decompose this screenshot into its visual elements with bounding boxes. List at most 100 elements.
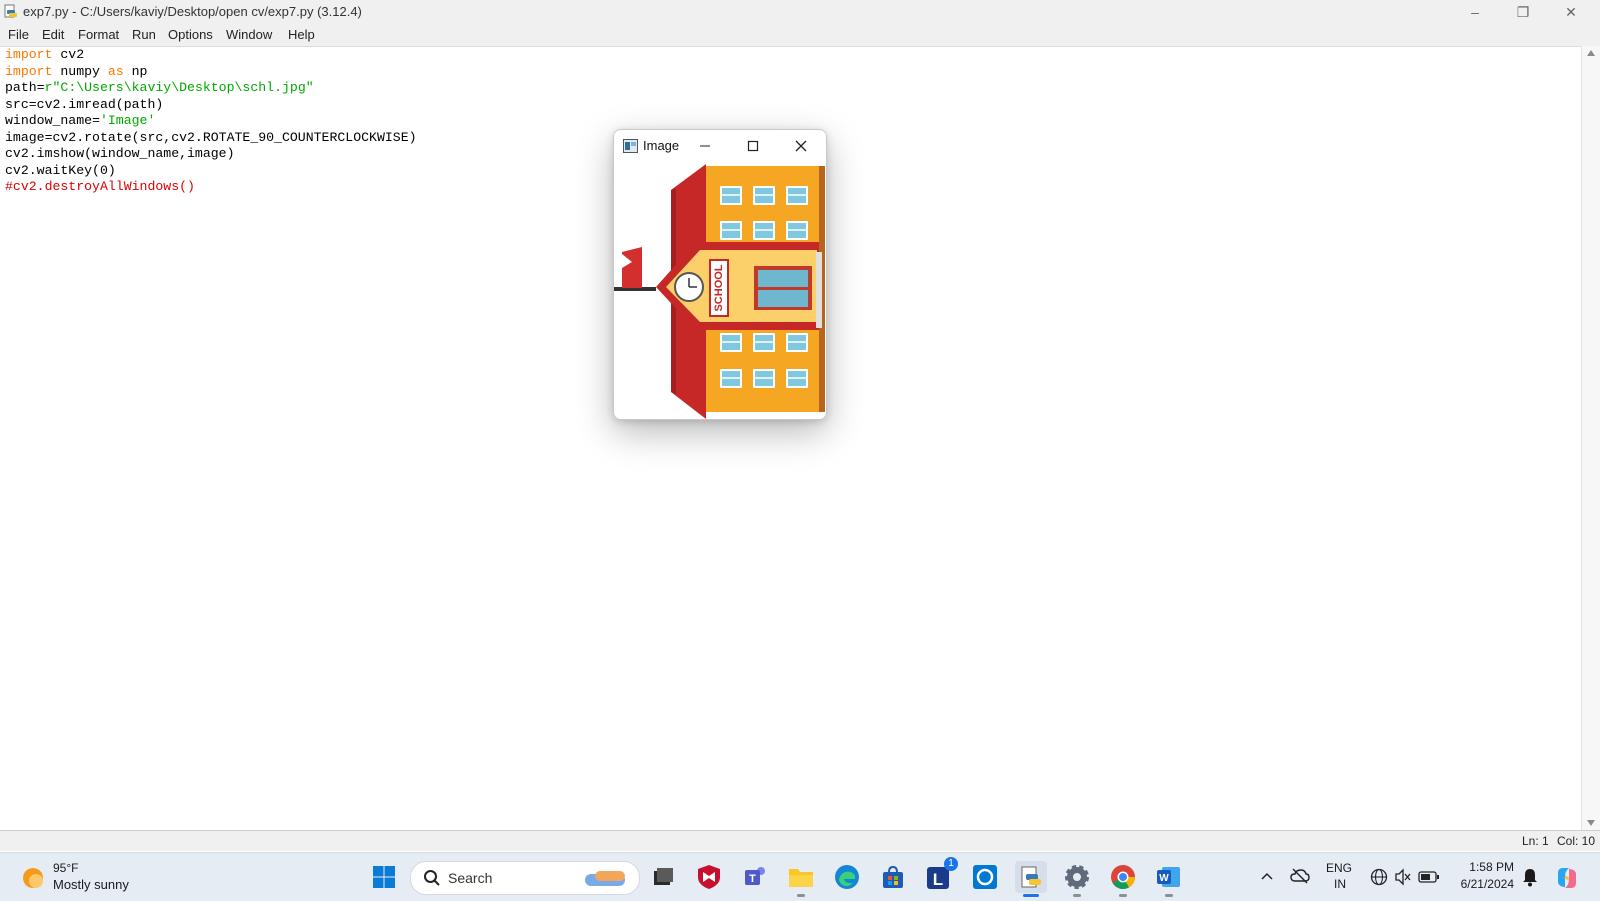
weather-widget[interactable]: 95°F Mostly sunny	[0, 853, 160, 901]
status-bar: Ln: 1 Col: 10	[0, 830, 1600, 851]
taskbar-task-view[interactable]	[647, 861, 679, 893]
taskbar-settings[interactable]	[1061, 861, 1093, 897]
start-button[interactable]	[368, 861, 400, 893]
minimize-button[interactable]: –	[1452, 0, 1498, 24]
image-window-title: Image	[643, 138, 680, 153]
taskbar: 95°F Mostly sunny Search T L 1 W ENG IN …	[0, 852, 1600, 901]
menu-window[interactable]: Window	[226, 27, 272, 42]
taskbar-python-idle[interactable]	[1015, 861, 1047, 897]
menu-file[interactable]: File	[8, 27, 29, 42]
code-text: image=cv2.rotate(src,cv2.ROTATE_90_COUNT…	[5, 129, 417, 145]
edge-icon	[835, 865, 859, 889]
code-line[interactable]: image=cv2.rotate(src,cv2.ROTATE_90_COUNT…	[5, 130, 417, 146]
python-idle-icon	[4, 4, 17, 18]
menu-edit[interactable]: Edit	[42, 27, 64, 42]
image-window[interactable]: Image SCHOOL	[613, 129, 827, 420]
active-indicator	[1023, 894, 1039, 897]
vertical-scrollbar[interactable]	[1581, 46, 1600, 830]
notification-bell-icon[interactable]	[1522, 867, 1538, 887]
keyword: import	[5, 63, 53, 79]
volume-muted-icon[interactable]	[1394, 868, 1412, 886]
window-titlebar: exp7.py - C:/Users/kaviy/Desktop/open cv…	[0, 0, 1600, 24]
language-region[interactable]: IN	[1334, 877, 1346, 891]
code-line[interactable]: cv2.waitKey(0)	[5, 163, 116, 179]
svg-text:L: L	[933, 870, 943, 889]
notification-badge: 1	[944, 857, 958, 871]
close-button[interactable]: ✕	[1548, 0, 1594, 24]
taskbar-l-app[interactable]: L 1	[923, 857, 958, 893]
maximize-icon	[747, 140, 759, 152]
taskbar-chrome[interactable]	[1107, 861, 1139, 897]
svg-text:W: W	[1159, 873, 1169, 884]
language-code[interactable]: ENG	[1326, 861, 1352, 875]
keyword: as	[107, 63, 124, 79]
code-line[interactable]: import cv2	[5, 47, 84, 63]
network-globe-icon[interactable]	[1370, 868, 1388, 886]
code-text: cv2.waitKey(0)	[5, 162, 116, 178]
code-line[interactable]: cv2.imshow(window_name,image)	[5, 146, 235, 162]
folder-icon	[789, 869, 813, 887]
image-maximize-button[interactable]	[738, 134, 768, 158]
running-indicator	[1073, 894, 1081, 897]
code-line[interactable]: path=r"C:\Users\kaviy\Desktop\schl.jpg"	[5, 80, 314, 96]
line-indicator: Ln: 1	[1522, 834, 1549, 848]
taskbar-edge[interactable]	[831, 861, 863, 893]
battery-icon[interactable]	[1418, 870, 1440, 884]
code-line[interactable]: window_name='Image'	[5, 113, 155, 129]
chevron-up-icon[interactable]	[1261, 872, 1273, 880]
comment: #cv2.destroyAllWindows()	[5, 179, 195, 194]
menu-run[interactable]: Run	[132, 27, 156, 42]
search-highlight-icon	[585, 871, 625, 886]
code-text: src=cv2.imread(path)	[5, 96, 164, 112]
code-text: cv2	[52, 47, 85, 62]
image-close-button[interactable]	[786, 134, 816, 158]
weather-sun-icon	[23, 868, 43, 888]
menu-options[interactable]: Options	[168, 27, 213, 42]
copilot-icon[interactable]	[1554, 865, 1580, 891]
cloud-off-icon[interactable]	[1290, 868, 1310, 884]
code-line[interactable]: #cv2.destroyAllWindows()	[5, 179, 195, 195]
code-line[interactable]: src=cv2.imread(path)	[5, 97, 163, 113]
menu-help[interactable]: Help	[288, 27, 315, 42]
taskbar-app-blue[interactable]	[969, 861, 1001, 893]
running-indicator	[797, 894, 805, 897]
python-idle-icon	[1021, 866, 1041, 888]
search-placeholder: Search	[448, 870, 493, 886]
scroll-down-icon[interactable]	[1587, 820, 1595, 826]
close-icon	[795, 140, 807, 152]
teams-icon: T	[745, 867, 765, 885]
chrome-icon	[1111, 865, 1135, 890]
taskbar-word[interactable]: W	[1153, 861, 1185, 897]
gear-icon	[1065, 865, 1089, 889]
menu-bar: File Edit Format Run Options Window Help	[0, 24, 1600, 47]
weather-description: Mostly sunny	[53, 877, 129, 892]
code-text: cv2.imshow(window_name,image)	[5, 146, 235, 161]
menu-format[interactable]: Format	[78, 27, 119, 42]
taskbar-file-explorer[interactable]	[785, 861, 817, 897]
mcafee-shield-icon	[698, 865, 720, 889]
school-image: SCHOOL	[614, 162, 826, 419]
store-bag-icon	[883, 865, 903, 888]
scroll-up-icon[interactable]	[1587, 50, 1595, 56]
taskbar-teams[interactable]: T	[739, 861, 771, 893]
weather-temperature: 95°F	[53, 861, 79, 875]
code-line[interactable]: import numpy as np	[5, 64, 147, 80]
window-title: exp7.py - C:/Users/kaviy/Desktop/open cv…	[23, 4, 362, 19]
column-indicator: Col: 10	[1557, 834, 1596, 848]
minimize-icon	[700, 145, 710, 147]
taskbar-mcafee[interactable]	[693, 861, 725, 893]
keyword: import	[5, 47, 53, 62]
code-text: numpy	[52, 63, 108, 79]
taskbar-store[interactable]	[877, 861, 909, 893]
image-window-icon	[623, 139, 638, 153]
school-sign-text: SCHOOL	[713, 264, 725, 311]
code-text: path=	[5, 80, 45, 95]
restore-button[interactable]: ❐	[1500, 0, 1546, 24]
svg-text:T: T	[749, 873, 756, 885]
search-icon	[424, 870, 440, 886]
image-minimize-button[interactable]	[690, 134, 720, 158]
clock-time[interactable]: 1:58 PM	[1456, 860, 1514, 874]
image-window-titlebar[interactable]: Image	[614, 130, 826, 162]
clock-date[interactable]: 6/21/2024	[1446, 877, 1514, 891]
taskbar-search[interactable]: Search	[410, 861, 640, 895]
